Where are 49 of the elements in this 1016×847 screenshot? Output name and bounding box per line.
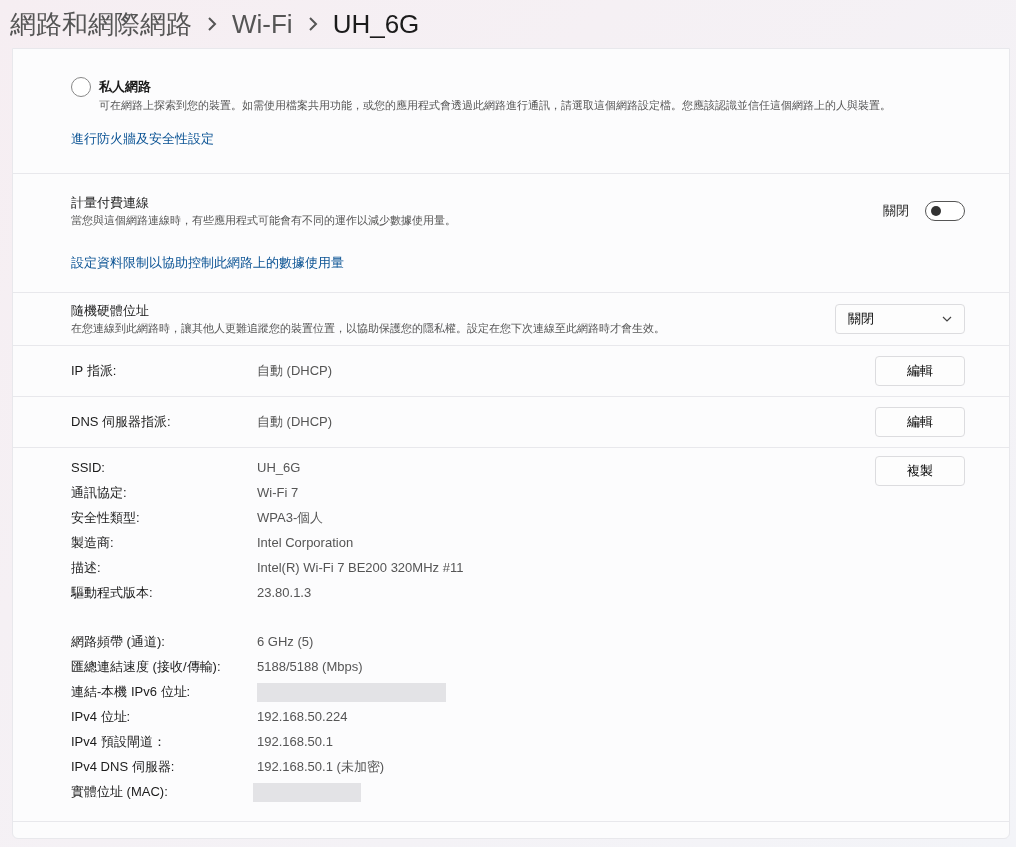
property-value: 192.168.50.1 (未加密) — [257, 758, 385, 777]
property-label: 通訊協定: — [71, 484, 128, 503]
breadcrumb-link[interactable]: Wi-Fi — [232, 4, 293, 44]
property-label: 製造商: — [71, 534, 115, 553]
property-value: 6 GHz (5) — [257, 633, 314, 652]
chevron-right-icon — [306, 16, 319, 32]
property-label: 連結-本機 IPv6 位址: — [71, 683, 192, 702]
property-label: 描述: — [71, 559, 102, 578]
property-label: SSID: — [71, 459, 106, 478]
setting-title: 隨機硬體位址 — [71, 301, 150, 320]
property-value: Intel(R) Wi-Fi 7 BE200 320MHz #11 — [257, 559, 464, 578]
property-value: 23.80.1.3 — [257, 584, 312, 603]
property-label: IPv4 預設閘道： — [71, 733, 167, 752]
property-label: 網路頻帶 (通道): — [71, 633, 166, 652]
property-label: IPv4 DNS 伺服器: — [71, 758, 176, 777]
edit-button[interactable]: 編輯 — [875, 355, 965, 386]
property-value: Intel Corporation — [257, 534, 354, 553]
property-value: 192.168.50.224 — [257, 708, 348, 727]
copy-button[interactable]: 複製 — [875, 455, 965, 486]
toggle-label: 關閉 — [883, 202, 909, 220]
property-label: 驅動程式版本: — [71, 584, 154, 603]
firewall-settings-link[interactable]: 進行防火牆及安全性設定 — [71, 129, 214, 149]
property-value: WPA3-個人 — [257, 509, 324, 528]
setting-title: 計量付費連線 — [71, 193, 150, 212]
property-label: DNS 伺服器指派: — [71, 412, 172, 431]
property-label: IP 指派: — [71, 361, 118, 380]
option-label: 私人網路 — [99, 78, 152, 96]
toggle-switch[interactable] — [925, 200, 965, 221]
edit-button[interactable]: 編輯 — [875, 406, 965, 437]
property-label: 安全性類型: — [71, 509, 141, 528]
property-label: 實體位址 (MAC): — [71, 783, 169, 802]
setting-description: 當您與這個網路連線時，有些應用程式可能會有不同的運作以減少數據使用量。 — [71, 213, 456, 229]
property-value: 192.168.50.1 — [257, 733, 333, 752]
property-value: UH_6G — [257, 459, 301, 478]
dropdown[interactable]: 關閉 — [835, 303, 965, 334]
breadcrumb-link[interactable]: 網路和網際網路 — [10, 4, 192, 44]
chevron-right-icon — [206, 16, 218, 32]
data-limit-link[interactable]: 設定資料限制以協助控制此網路上的數據使用量 — [71, 252, 344, 273]
property-value: 自動 (DHCP) — [257, 361, 334, 380]
setting-description: 在您連線到此網路時，讓其他人更難追蹤您的裝置位置，以協助保護您的隱私權。設定在您下次連線至此網路時才會生效。 — [71, 321, 665, 336]
property-value: Wi-Fi 7 — [257, 484, 299, 503]
chevron-down-icon — [942, 315, 952, 322]
radio-button[interactable] — [71, 77, 91, 97]
property-value: 自動 (DHCP) — [257, 412, 334, 431]
property-label: IPv4 位址: — [71, 708, 132, 727]
page-title: UH_6G — [332, 7, 420, 41]
property-value: 5188/5188 (Mbps) — [257, 658, 363, 677]
property-label: 匯總連結速度 (接收/傳輸): — [71, 658, 222, 677]
option-description: 可在網路上探索到您的裝置。如需使用檔案共用功能，或您的應用程式會透過此網路進行通訊，請選取這個網路設定檔。您應該認識並信任這個網路上的人與裝置。 — [99, 97, 891, 113]
